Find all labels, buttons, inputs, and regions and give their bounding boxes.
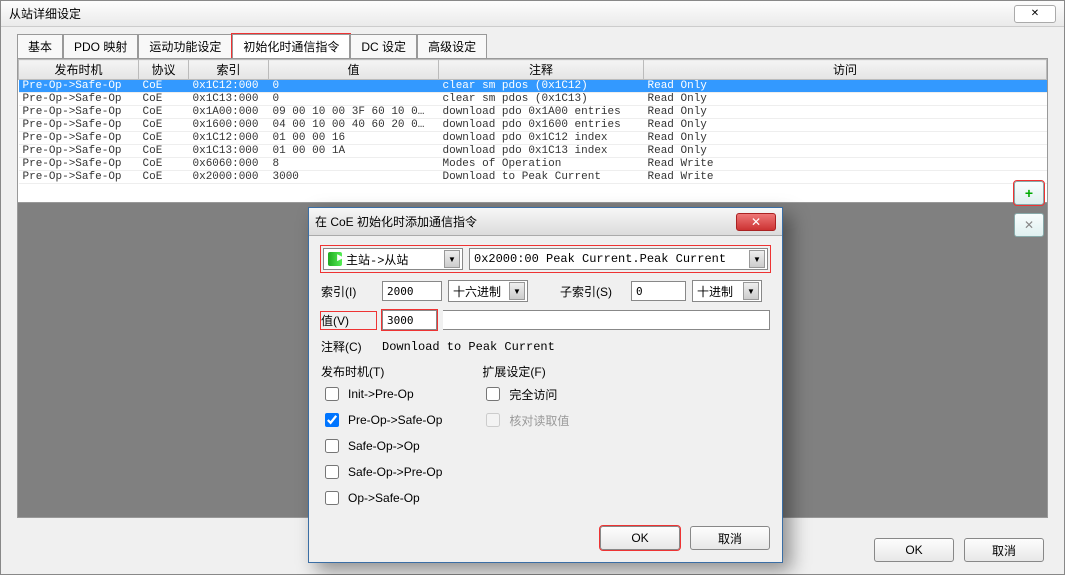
main-window: 从站详细设定 ✕ 基本PDO 映射运动功能设定初始化时通信指令DC 设定高级设定… bbox=[0, 0, 1065, 575]
add-command-dialog: 在 CoE 初始化时添加通信指令 ✕ 主站->从站 ▼ 0x2000:00 Pe… bbox=[308, 207, 783, 563]
table-row[interactable]: Pre-Op->Safe-OpCoE0x1C12:0000clear sm pd… bbox=[19, 80, 1047, 93]
timing-checkbox[interactable]: Safe-Op->Op bbox=[321, 436, 442, 456]
index-input[interactable] bbox=[382, 281, 442, 301]
index-label: 索引(I) bbox=[321, 283, 376, 300]
ext-checkbox[interactable]: 完全访问 bbox=[482, 384, 569, 404]
dialog-close-button[interactable]: ✕ bbox=[736, 213, 776, 231]
subindex-input[interactable] bbox=[631, 281, 686, 301]
bottom-buttons: OK 取消 bbox=[874, 538, 1044, 562]
col-header[interactable]: 发布时机 bbox=[19, 60, 139, 80]
dialog-title: 在 CoE 初始化时添加通信指令 bbox=[315, 213, 477, 230]
chevron-down-icon: ▼ bbox=[743, 282, 759, 300]
main-ok-button[interactable]: OK bbox=[874, 538, 954, 562]
direction-select[interactable]: 主站->从站 ▼ bbox=[323, 248, 463, 270]
table-row[interactable]: Pre-Op->Safe-OpCoE0x1C13:0000clear sm pd… bbox=[19, 93, 1047, 106]
plus-icon: + bbox=[1025, 185, 1033, 201]
subindex-radix-select[interactable]: 十进制 ▼ bbox=[692, 280, 762, 302]
main-cancel-button[interactable]: 取消 bbox=[964, 538, 1044, 562]
tab-2[interactable]: 运动功能设定 bbox=[138, 34, 232, 59]
timing-group-label: 发布时机(T) bbox=[321, 363, 442, 380]
window-close-button[interactable]: ✕ bbox=[1014, 5, 1056, 23]
add-button[interactable]: + bbox=[1014, 181, 1044, 205]
tab-3[interactable]: 初始化时通信指令 bbox=[232, 34, 350, 59]
x-icon: ✕ bbox=[1024, 218, 1034, 232]
ext-checkbox: 核对读取值 bbox=[482, 410, 569, 430]
ext-group-label: 扩展设定(F) bbox=[482, 363, 569, 380]
col-header[interactable]: 值 bbox=[269, 60, 439, 80]
table-row[interactable]: Pre-Op->Safe-OpCoE0x2000:0003000Download… bbox=[19, 171, 1047, 184]
side-buttons: + ✕ bbox=[1014, 181, 1044, 237]
col-header[interactable]: 索引 bbox=[189, 60, 269, 80]
table-row[interactable]: Pre-Op->Safe-OpCoE0x1C13:00001 00 00 1Ad… bbox=[19, 145, 1047, 158]
commands-table: 发布时机协议索引值注释访问 Pre-Op->Safe-OpCoE0x1C12:0… bbox=[17, 58, 1048, 203]
value-input-ext[interactable] bbox=[443, 310, 770, 330]
dialog-ok-button[interactable]: OK bbox=[600, 526, 680, 550]
object-select[interactable]: 0x2000:00 Peak Current.Peak Current ▼ bbox=[469, 248, 768, 270]
tab-0[interactable]: 基本 bbox=[17, 34, 63, 59]
table-row[interactable]: Pre-Op->Safe-OpCoE0x1600:00004 00 10 00 … bbox=[19, 119, 1047, 132]
timing-checkbox[interactable]: Init->Pre-Op bbox=[321, 384, 442, 404]
window-title: 从站详细设定 bbox=[9, 5, 81, 22]
tab-5[interactable]: 高级设定 bbox=[417, 34, 487, 59]
col-header[interactable]: 访问 bbox=[644, 60, 1047, 80]
chevron-down-icon: ▼ bbox=[509, 282, 525, 300]
comment-label: 注释(C) bbox=[321, 338, 376, 355]
chevron-down-icon: ▼ bbox=[444, 250, 460, 268]
table-row[interactable]: Pre-Op->Safe-OpCoE0x6060:0008Modes of Op… bbox=[19, 158, 1047, 171]
index-radix-select[interactable]: 十六进制 ▼ bbox=[448, 280, 528, 302]
chevron-down-icon: ▼ bbox=[749, 250, 765, 268]
col-header[interactable]: 注释 bbox=[439, 60, 644, 80]
timing-checkbox[interactable]: Safe-Op->Pre-Op bbox=[321, 462, 442, 482]
direction-icon bbox=[328, 252, 342, 266]
comment-text: Download to Peak Current bbox=[382, 340, 555, 354]
timing-checkbox[interactable]: Op->Safe-Op bbox=[321, 488, 442, 508]
value-label: 值(V) bbox=[321, 312, 376, 329]
tab-1[interactable]: PDO 映射 bbox=[63, 34, 138, 59]
table-row[interactable]: Pre-Op->Safe-OpCoE0x1A00:00009 00 10 00 … bbox=[19, 106, 1047, 119]
table-row[interactable]: Pre-Op->Safe-OpCoE0x1C12:00001 00 00 16d… bbox=[19, 132, 1047, 145]
timing-checkbox[interactable]: Pre-Op->Safe-Op bbox=[321, 410, 442, 430]
value-input[interactable] bbox=[382, 310, 437, 330]
subindex-label: 子索引(S) bbox=[560, 283, 625, 300]
dialog-title-bar: 在 CoE 初始化时添加通信指令 ✕ bbox=[309, 208, 782, 236]
tab-strip: 基本PDO 映射运动功能设定初始化时通信指令DC 设定高级设定 bbox=[1, 27, 1064, 58]
title-bar: 从站详细设定 ✕ bbox=[1, 1, 1064, 27]
dialog-cancel-button[interactable]: 取消 bbox=[690, 526, 770, 550]
col-header[interactable]: 协议 bbox=[139, 60, 189, 80]
tab-4[interactable]: DC 设定 bbox=[350, 34, 417, 59]
remove-button[interactable]: ✕ bbox=[1014, 213, 1044, 237]
